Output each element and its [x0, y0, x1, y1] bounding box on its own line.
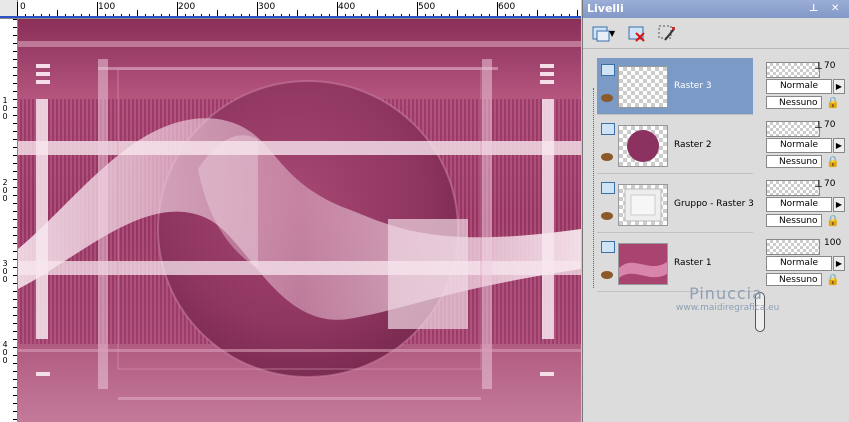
- raster-layer-icon: [601, 123, 615, 135]
- group-layer-icon: [601, 182, 615, 194]
- chevron-right-icon[interactable]: ▶: [833, 138, 845, 153]
- visibility-eye-icon[interactable]: [601, 212, 613, 220]
- ruler-label: 2 0 0: [2, 178, 8, 203]
- lock-select[interactable]: Nessuno: [766, 155, 822, 168]
- padlock-icon[interactable]: 🔒: [826, 96, 840, 110]
- opacity-value: 70: [824, 179, 836, 189]
- layer-thumbnail: [618, 125, 668, 167]
- opacity-value: 100: [824, 238, 842, 248]
- ruler-left: 1 0 0 2 0 0 3 0 0 4 0 0: [0, 19, 18, 422]
- layer-thumbnail: [618, 243, 668, 285]
- new-raster-layer-icon[interactable]: [591, 24, 611, 44]
- ruler-label: 500: [418, 2, 436, 12]
- opacity-slider[interactable]: [766, 62, 820, 78]
- slider-caret-icon: ⊥: [814, 61, 823, 72]
- opacity-slider[interactable]: [766, 239, 820, 255]
- raster-layer-icon: [601, 64, 615, 76]
- panel-title: Livelli: [587, 2, 624, 15]
- padlock-icon[interactable]: 🔒: [826, 214, 840, 228]
- layer-name: Raster 3: [674, 81, 712, 91]
- opacity-slider[interactable]: [766, 180, 820, 196]
- lock-value: Nessuno: [779, 98, 818, 108]
- padlock-icon[interactable]: 🔒: [826, 273, 840, 287]
- layer-name: Raster 1: [674, 258, 712, 268]
- ruler-top: 0 100 200 300 400 500 600: [0, 0, 581, 19]
- slider-caret-icon: ⊥: [814, 179, 823, 190]
- layer-thumbnail: [618, 66, 668, 108]
- layer-props-raster-3: ⊥ 70 Normale ▶ Nessuno 🔒: [766, 58, 849, 114]
- raster-layer-icon: [601, 241, 615, 253]
- ruler-label: 1 0 0: [2, 96, 8, 121]
- opacity-slider[interactable]: [766, 121, 820, 137]
- chevron-down-icon[interactable]: ▼: [609, 24, 619, 44]
- lock-value: Nessuno: [779, 157, 818, 167]
- layers-toolbar: ▼: [583, 18, 849, 49]
- visibility-eye-icon[interactable]: [601, 94, 613, 102]
- blend-mode-select[interactable]: Normale: [766, 197, 832, 212]
- blend-mode-select[interactable]: Normale: [766, 256, 832, 271]
- slider-caret-icon: ⊥: [814, 120, 823, 131]
- layers-panel: Livelli ⊥ ✕ ▼ Raster 3 Raster 2 Gruppo -…: [582, 0, 849, 422]
- image-canvas[interactable]: [18, 19, 581, 422]
- ruler-label: 3 0 0: [2, 259, 8, 284]
- edit-selection-icon[interactable]: [657, 24, 677, 44]
- ruler-label: 0: [20, 2, 26, 12]
- layer-props-raster-2: ⊥ 70 Normale ▶ Nessuno 🔒: [766, 117, 849, 173]
- lock-select[interactable]: Nessuno: [766, 96, 822, 109]
- chevron-right-icon[interactable]: ▶: [833, 197, 845, 212]
- ruler-label: 600: [498, 2, 516, 12]
- layer-row-gruppo-raster-3[interactable]: Gruppo - Raster 3: [597, 176, 754, 233]
- watermark: Pinuccia www.maidiregrafica.eu: [676, 284, 780, 313]
- ruler-label: 300: [258, 2, 276, 12]
- chevron-right-icon[interactable]: ▶: [833, 256, 845, 271]
- ruler-label: 100: [98, 2, 116, 12]
- canvas-artwork: [18, 19, 581, 422]
- layer-row-raster-2[interactable]: Raster 2: [597, 117, 753, 174]
- layer-props-raster-1: 100 Normale ▶ Nessuno 🔒: [766, 235, 849, 291]
- opacity-value: 70: [824, 61, 836, 71]
- visibility-eye-icon[interactable]: [601, 271, 613, 279]
- delete-layer-icon[interactable]: [627, 24, 647, 44]
- layer-name: Raster 2: [674, 140, 712, 150]
- ruler-label: 4 0 0: [2, 340, 8, 365]
- blend-mode-select[interactable]: Normale: [766, 79, 832, 94]
- lock-select[interactable]: Nessuno: [766, 214, 822, 227]
- visibility-eye-icon[interactable]: [601, 153, 613, 161]
- blend-mode-select[interactable]: Normale: [766, 138, 832, 153]
- layer-list: Raster 3 Raster 2 Gruppo - Raster 3 Rast…: [597, 56, 759, 292]
- close-icon[interactable]: ✕: [831, 0, 839, 18]
- lock-value: Nessuno: [779, 216, 818, 226]
- panel-title-bar: Livelli ⊥ ✕: [583, 0, 849, 18]
- ruler-label: 200: [178, 2, 196, 12]
- lock-value: Nessuno: [779, 275, 818, 285]
- layer-row-raster-3[interactable]: Raster 3: [597, 58, 753, 115]
- layer-props-gruppo-raster-3: ⊥ 70 Normale ▶ Nessuno 🔒: [766, 176, 849, 232]
- ruler-label: 400: [338, 2, 356, 12]
- layer-thumbnail: [618, 184, 668, 226]
- watermark-title: Pinuccia: [689, 284, 763, 303]
- watermark-url: www.maidiregrafica.eu: [676, 303, 780, 313]
- opacity-value: 70: [824, 120, 836, 130]
- pin-icon[interactable]: ⊥: [809, 0, 818, 18]
- chevron-right-icon[interactable]: ▶: [833, 79, 845, 94]
- layer-name: Gruppo - Raster 3: [674, 199, 754, 209]
- padlock-icon[interactable]: 🔒: [826, 155, 840, 169]
